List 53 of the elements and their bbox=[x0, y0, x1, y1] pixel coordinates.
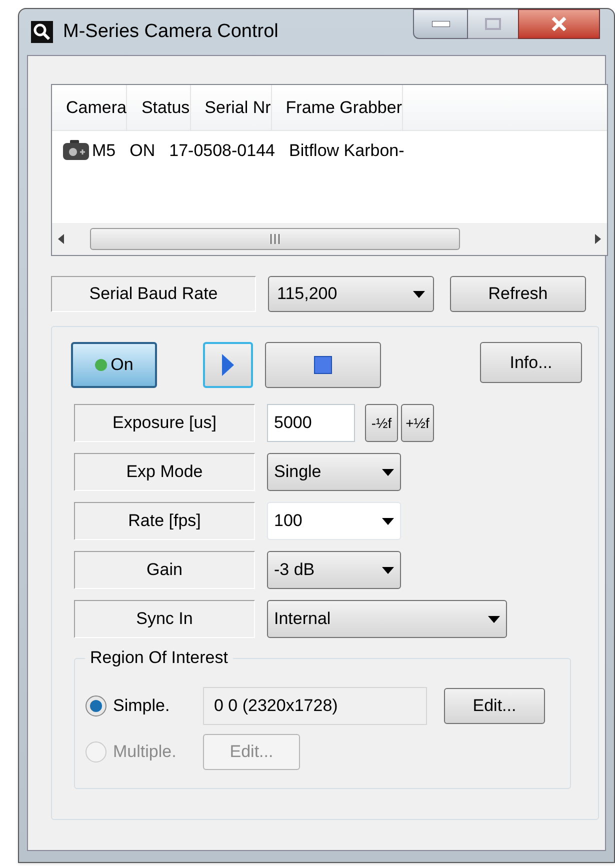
table-cell-text: ON bbox=[128, 140, 156, 162]
step-button[interactable]: -½f bbox=[365, 404, 398, 442]
minimize-icon bbox=[432, 21, 450, 27]
table-cell-text: M5 bbox=[92, 140, 116, 162]
stop-icon bbox=[314, 356, 332, 374]
minimize-button[interactable] bbox=[413, 9, 468, 39]
dropdown-arrow-icon bbox=[382, 468, 394, 476]
step-button[interactable]: +½f bbox=[401, 404, 434, 442]
field-label: Sync In bbox=[74, 600, 255, 638]
dropdown-arrow-icon bbox=[382, 518, 394, 524]
dropdown[interactable]: Internal bbox=[267, 600, 507, 638]
play-button[interactable] bbox=[203, 342, 253, 388]
maximize-icon bbox=[485, 18, 501, 30]
dropdown-arrow-icon bbox=[488, 616, 500, 622]
play-icon bbox=[222, 354, 234, 376]
horizontal-scrollbar[interactable] bbox=[52, 223, 607, 255]
radio-option[interactable]: Simple. bbox=[85, 693, 203, 719]
window-title: M-Series Camera Control bbox=[63, 20, 278, 44]
dropdown[interactable]: Single bbox=[267, 453, 401, 491]
refresh-button[interactable]: Refresh bbox=[450, 276, 586, 312]
column-header[interactable]: Camera bbox=[52, 85, 128, 130]
column-header[interactable]: Serial Nr bbox=[190, 85, 272, 130]
field-label: Exp Mode bbox=[74, 453, 255, 491]
dropdown[interactable]: -3 dB bbox=[267, 551, 401, 589]
app-icon bbox=[31, 21, 53, 43]
roi-value-field: 0 0 (2320x1728) bbox=[203, 687, 427, 725]
dropdown-arrow-icon bbox=[382, 566, 394, 574]
camera-icon bbox=[62, 140, 90, 162]
table-cell-text: Bitflow Karbon- bbox=[288, 140, 404, 162]
status-led-icon bbox=[94, 359, 107, 371]
exposure-field[interactable]: 5000 bbox=[267, 404, 355, 442]
close-button[interactable] bbox=[518, 9, 600, 39]
stop-button[interactable] bbox=[265, 342, 381, 388]
column-header[interactable]: Frame Grabber bbox=[272, 85, 403, 130]
info-button[interactable]: Info... bbox=[480, 342, 582, 383]
baud-rate-label: Serial Baud Rate bbox=[51, 276, 256, 312]
field-label: Exposure [us] bbox=[74, 404, 255, 442]
edit-button[interactable]: Edit... bbox=[444, 688, 545, 724]
baud-rate-dropdown[interactable]: 115,200 bbox=[268, 276, 434, 312]
power-toggle-button[interactable]: On bbox=[71, 342, 157, 388]
radio-icon bbox=[85, 741, 107, 763]
scroll-left-icon bbox=[58, 234, 64, 244]
field-label: Gain bbox=[74, 551, 255, 589]
radio-icon bbox=[85, 695, 107, 717]
column-header[interactable]: Status bbox=[127, 85, 191, 130]
scroll-grip-icon bbox=[270, 234, 280, 244]
close-icon bbox=[551, 17, 567, 31]
maximize-button[interactable] bbox=[468, 9, 518, 39]
table-cell-text: 17-0508-0144 bbox=[168, 140, 275, 162]
scroll-right-icon bbox=[595, 234, 601, 244]
dropdown[interactable]: 100 bbox=[267, 502, 401, 540]
dropdown-arrow-icon bbox=[413, 290, 425, 298]
field-label: Rate [fps] bbox=[74, 502, 255, 540]
